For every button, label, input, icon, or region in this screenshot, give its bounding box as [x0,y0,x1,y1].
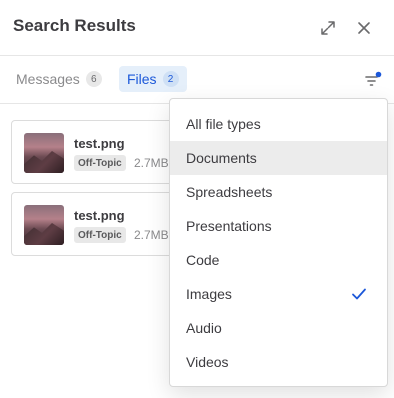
menu-item-videos[interactable]: Videos [170,345,387,379]
menu-item-images[interactable]: Images [170,277,387,311]
file-thumbnail [24,205,64,245]
file-channel-badge: Off-Topic [74,227,126,243]
menu-item-documents[interactable]: Documents [170,141,387,175]
menu-item-all-file-types[interactable]: All file types [170,107,387,141]
tab-files-count: 2 [162,71,179,87]
filter-active-dot [375,71,382,78]
file-type-dropdown: All file types Documents Spreadsheets Pr… [169,98,388,387]
search-tabs: Messages 6 Files 2 [0,56,394,104]
expand-icon [321,21,335,35]
file-name: test.png [74,208,125,223]
menu-item-code[interactable]: Code [170,243,387,277]
file-thumbnail [24,133,64,173]
file-size: 2.7MB [134,228,169,242]
file-filter-button[interactable] [363,70,383,90]
file-name: test.png [74,136,125,151]
file-size: 2.7MB [134,156,169,170]
close-icon [358,22,370,34]
panel-title: Search Results [13,16,136,35]
menu-item-audio[interactable]: Audio [170,311,387,345]
tab-files-label: Files [127,71,157,87]
close-button[interactable] [354,18,374,38]
expand-button[interactable] [318,18,338,38]
tab-messages[interactable]: Messages 6 [8,66,110,92]
file-channel-badge: Off-Topic [74,155,126,171]
checkmark-icon [352,288,366,300]
menu-item-images-label: Images [186,286,232,302]
search-results-panel: Search Results Messages 6 Files 2 test.p… [0,0,394,398]
tab-messages-label: Messages [16,71,80,87]
panel-header: Search Results [0,0,394,56]
menu-item-presentations[interactable]: Presentations [170,209,387,243]
filter-icon [365,71,382,86]
tab-messages-count: 6 [85,71,102,87]
tab-files[interactable]: Files 2 [119,66,187,92]
menu-item-spreadsheets[interactable]: Spreadsheets [170,175,387,209]
